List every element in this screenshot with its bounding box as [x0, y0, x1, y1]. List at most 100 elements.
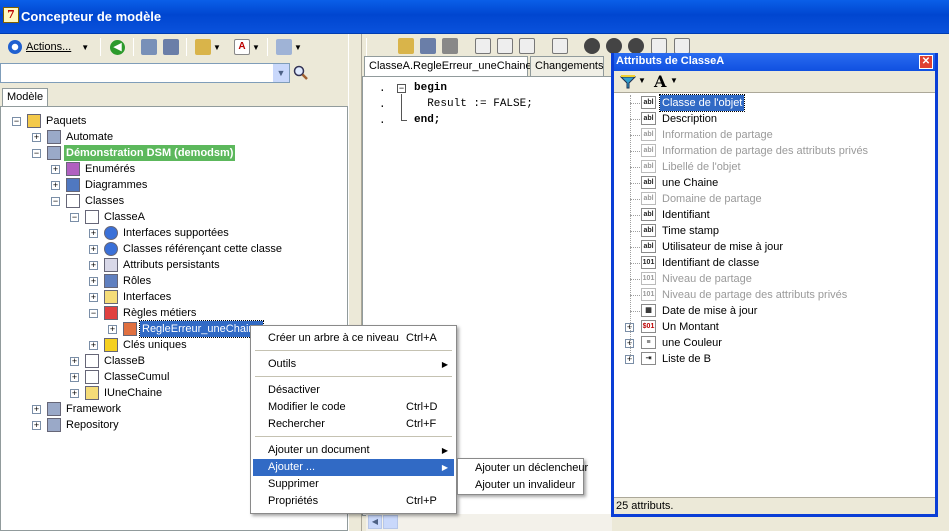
tree-node-roles[interactable]: + Rôles [1, 273, 341, 289]
tree-node-classes[interactable]: − Classes [1, 193, 341, 209]
expand-icon[interactable]: + [51, 181, 60, 190]
save-icon[interactable] [420, 38, 436, 54]
document-icon[interactable] [475, 38, 491, 54]
expand-icon[interactable]: + [89, 229, 98, 238]
tree-node-paquets[interactable]: − Paquets [1, 113, 341, 129]
expand-icon[interactable]: + [89, 245, 98, 254]
tab-changements[interactable]: Changements [530, 56, 604, 76]
find-button[interactable]: ▼ [276, 38, 302, 56]
actions-button[interactable]: Actions... ▼ [8, 38, 89, 56]
attribute-item[interactable]: abl Description [614, 111, 935, 127]
open-icon[interactable] [398, 38, 414, 54]
attribute-item[interactable]: abl Libellé de l'objet [614, 159, 935, 175]
chevron-down-icon[interactable]: ▼ [670, 76, 678, 85]
scroll-thumb[interactable] [383, 515, 398, 529]
attribute-item[interactable]: abl Time stamp [614, 223, 935, 239]
expand-icon[interactable]: + [70, 357, 79, 366]
menu-item[interactable]: Propriétés Ctrl+P [253, 493, 454, 510]
expand-icon[interactable]: + [32, 421, 41, 430]
tree-node-classeA[interactable]: − ClasseA [1, 209, 341, 225]
search-combo[interactable]: ▼ [0, 63, 290, 83]
print-icon[interactable] [442, 38, 458, 54]
menu-item[interactable]: Modifier le code Ctrl+D [253, 399, 454, 416]
attribute-item[interactable]: abl Identifiant [614, 207, 935, 223]
open-button[interactable]: ▼ [195, 38, 221, 56]
collapse-icon[interactable]: − [12, 117, 21, 126]
tree-node-diagrammes[interactable]: + Diagrammes [1, 177, 341, 193]
menu-item[interactable]: Ajouter un document ▶ [253, 442, 454, 459]
tree-node-interfaces[interactable]: + Interfaces [1, 289, 341, 305]
attribute-item[interactable]: + ≡ une Couleur [614, 335, 935, 351]
tree-node-regles[interactable]: − Règles métiers [1, 305, 341, 321]
tab-modele[interactable]: Modèle [2, 88, 48, 106]
attribute-item[interactable]: abl Utilisateur de mise à jour [614, 239, 935, 255]
delete-doc-icon[interactable] [519, 38, 535, 54]
chevron-down-icon[interactable]: ▼ [272, 64, 289, 82]
horizontal-scrollbar[interactable]: ◀ [366, 514, 612, 531]
expand-icon[interactable]: + [89, 261, 98, 270]
expand-icon[interactable]: + [51, 165, 60, 174]
expand-icon[interactable]: + [89, 277, 98, 286]
save-button[interactable] [163, 38, 179, 56]
menu-item[interactable]: Rechercher Ctrl+F [253, 416, 454, 433]
collapse-icon[interactable]: − [32, 149, 41, 158]
submenu-item[interactable]: Ajouter un déclencheur [460, 460, 588, 477]
font-button[interactable]: A ▼ [234, 38, 260, 56]
check-icon[interactable] [674, 38, 690, 54]
expand-icon[interactable]: + [89, 341, 98, 350]
tab-regle-erreur[interactable]: ClasseA.RegleErreur_uneChaine [364, 56, 532, 76]
search-icon[interactable] [293, 65, 309, 81]
attribute-item[interactable]: abl Domaine de partage [614, 191, 935, 207]
submenu-item[interactable]: Ajouter un invalideur [460, 477, 581, 494]
expand-icon[interactable]: + [32, 405, 41, 414]
attribute-item[interactable]: abl Information de partage des attributs … [614, 143, 935, 159]
filter-icon[interactable] [619, 74, 637, 90]
expand-icon[interactable]: + [32, 133, 41, 142]
collapse-icon[interactable]: − [51, 197, 60, 206]
expand-icon[interactable]: + [70, 373, 79, 382]
back-button[interactable]: ◀ [110, 38, 125, 56]
close-icon[interactable]: ✕ [919, 55, 933, 69]
tree-node-demo[interactable]: − Démonstration DSM (demodsm) [1, 145, 341, 161]
attribute-item[interactable]: + ⇥ Liste de B [614, 351, 935, 367]
info-icon[interactable] [606, 38, 622, 54]
package-icon [47, 418, 61, 432]
collapse-icon[interactable]: − [397, 84, 406, 93]
menu-item[interactable]: Outils ▶ [253, 356, 454, 373]
menu-item[interactable]: Désactiver [253, 382, 454, 399]
scroll-left-icon[interactable]: ◀ [368, 515, 382, 529]
refresh-doc-icon[interactable] [497, 38, 513, 54]
tree-node-enumeres[interactable]: + Enumérés [1, 161, 341, 177]
menu-item[interactable]: Supprimer [253, 476, 454, 493]
collapse-icon[interactable]: − [70, 213, 79, 222]
window-title: Concepteur de modèle [21, 9, 162, 24]
attribute-item[interactable]: 101 Niveau de partage [614, 271, 935, 287]
attribute-item[interactable]: 101 Niveau de partage des attributs privé… [614, 287, 935, 303]
tree-node-attributs_persistants[interactable]: + Attributs persistants [1, 257, 341, 273]
tree-node-interfaces_supportees[interactable]: + Interfaces supportées [1, 225, 341, 241]
menu-item[interactable]: Créer un arbre à ce niveau Ctrl+A [253, 330, 454, 347]
copy-button[interactable] [141, 38, 157, 56]
attribute-item[interactable]: abl une Chaine [614, 175, 935, 191]
tree-node-label: Automate [66, 131, 114, 143]
properties-icon[interactable] [552, 38, 568, 54]
stop-icon[interactable] [628, 38, 644, 54]
expand-icon[interactable]: + [108, 325, 117, 334]
expand-icon[interactable]: + [70, 389, 79, 398]
font-size-icon[interactable]: A [654, 72, 666, 91]
tree-node-label: Framework [66, 403, 122, 415]
collapse-icon[interactable]: − [89, 309, 98, 318]
run-icon[interactable] [584, 38, 600, 54]
compile-icon[interactable] [651, 38, 667, 54]
attribute-item[interactable]: abl Information de partage [614, 127, 935, 143]
tree-node-classes_referencant[interactable]: + Classes référençant cette classe [1, 241, 341, 257]
chevron-down-icon[interactable]: ▼ [638, 76, 646, 85]
attribute-item[interactable]: abl Classe de l'objet [614, 94, 935, 112]
menu-item[interactable]: Ajouter ... ▶ [253, 459, 454, 476]
expand-icon[interactable]: + [89, 293, 98, 302]
attribute-item[interactable]: ▦ Date de mise à jour [614, 303, 935, 319]
abl-type-icon: abl [641, 192, 656, 205]
attribute-item[interactable]: 101 Identifiant de classe [614, 255, 935, 271]
attribute-item[interactable]: + $01 Un Montant [614, 319, 935, 335]
tree-node-automate[interactable]: + Automate [1, 129, 341, 145]
